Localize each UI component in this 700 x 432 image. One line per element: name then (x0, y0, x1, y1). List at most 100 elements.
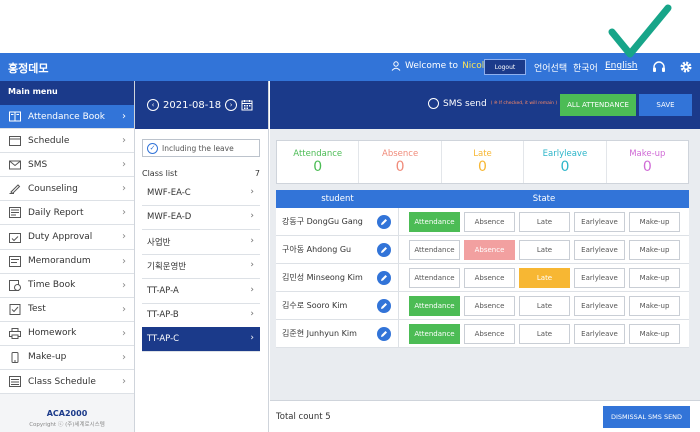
edit-pencil-icon[interactable] (377, 271, 391, 285)
summary-value: 0 (642, 159, 652, 175)
state-attendance-button[interactable]: Attendance (409, 239, 460, 260)
sms-send-radio[interactable] (428, 98, 439, 109)
state-attendance-button[interactable]: Attendance (409, 323, 460, 344)
state-attendance-button[interactable]: Attendance (409, 211, 460, 232)
state-late-button[interactable]: Late (519, 211, 570, 232)
sidebar-item-sms[interactable]: SMS › (0, 153, 134, 178)
next-date-icon[interactable]: › (225, 99, 238, 111)
language-select-link[interactable]: 언어선택 (534, 61, 567, 74)
state-make-up-button[interactable]: Make-up (629, 295, 680, 316)
class-panel: ‹ 2021-08-18 › ✓ Including the leave Cla… (135, 81, 269, 432)
chevron-right-icon: › (250, 235, 254, 246)
summary-value: 0 (313, 159, 323, 175)
state-earlyleave-button[interactable]: Earlyleave (574, 323, 625, 344)
state-absence-button[interactable]: Absence (464, 267, 515, 288)
all-attendance-button[interactable]: ALL ATTENDANCE (560, 94, 636, 116)
sidebar-item-label: Duty Approval (28, 232, 93, 243)
state-late-button[interactable]: Late (519, 239, 570, 260)
class-list-item[interactable]: TT-AP-C › (142, 327, 260, 353)
logout-button[interactable]: Logout (484, 59, 526, 75)
sms-send-option[interactable]: SMS send ( ※ If checked, it will remain … (428, 98, 557, 109)
state-earlyleave-button[interactable]: Earlyleave (574, 267, 625, 288)
class-name: MWF-EA-C (147, 188, 191, 198)
state-make-up-button[interactable]: Make-up (629, 267, 680, 288)
save-button[interactable]: SAVE (639, 94, 692, 116)
sidebar-item-duty-approval[interactable]: Duty Approval › (0, 225, 134, 250)
prev-date-icon[interactable]: ‹ (147, 99, 159, 111)
sidebar-item-schedule[interactable]: Schedule › (0, 129, 134, 154)
state-absence-button[interactable]: Absence (464, 211, 515, 232)
calendar-check-icon (8, 231, 22, 243)
sidebar-footer: ACA2000 Copyright ⓒ (주)세계로시스템 (0, 409, 134, 428)
welcome-text: Welcome to Nicole (391, 61, 490, 71)
main-toolbar: SMS send ( ※ If checked, it will remain … (270, 81, 700, 129)
sidebar-item-memorandum[interactable]: Memorandum › (0, 249, 134, 274)
sidebar-item-daily-report[interactable]: Daily Report › (0, 201, 134, 226)
sidebar-item-make-up[interactable]: Make-up › (0, 345, 134, 371)
chevron-right-icon: › (122, 183, 126, 195)
class-name: TT-AP-A (147, 285, 179, 296)
sidebar-item-attendance-book[interactable]: Attendance Book › (0, 105, 134, 130)
time-book-icon (8, 279, 22, 291)
sidebar-item-counseling[interactable]: Counseling › (0, 177, 134, 202)
student-name: 김준현 Junhyun Kim (282, 328, 357, 338)
class-list-item[interactable]: MWF-EA-D › (142, 205, 260, 231)
edit-pencil-icon[interactable] (377, 243, 391, 257)
state-earlyleave-button[interactable]: Earlyleave (574, 295, 625, 316)
class-name: TT-AP-C (147, 334, 180, 345)
sidebar-item-homework[interactable]: Homework › (0, 321, 134, 346)
class-list-item[interactable]: 기획운영반 › (142, 254, 260, 280)
date-bar: ‹ 2021-08-18 › (135, 81, 268, 129)
sidebar-item-label: Counseling (28, 183, 78, 194)
state-make-up-button[interactable]: Make-up (629, 323, 680, 344)
state-make-up-button[interactable]: Make-up (629, 239, 680, 260)
state-absence-button[interactable]: Absence (464, 323, 515, 344)
student-cell: 김준현 Junhyun Kim (276, 320, 399, 347)
envelope-icon (8, 159, 22, 171)
state-attendance-button[interactable]: Attendance (409, 267, 460, 288)
including-leave-toggle[interactable]: ✓ Including the leave (142, 139, 260, 157)
class-name: 기획운영반 (147, 262, 187, 273)
summary-value: 0 (478, 159, 487, 175)
summary-value: 0 (395, 159, 405, 175)
edit-pencil-icon[interactable] (377, 299, 391, 313)
chevron-right-icon: › (122, 351, 126, 363)
state-absence-button[interactable]: Absence (464, 239, 515, 260)
state-attendance-button[interactable]: Attendance (409, 295, 460, 316)
table-header: student State (276, 190, 689, 208)
student-cell: 구아동 Ahdong Gu (276, 236, 399, 263)
checkmark-icon (608, 4, 672, 58)
sidebar-item-test[interactable]: Test › (0, 297, 134, 322)
sidebar-item-label: Daily Report (28, 207, 84, 218)
brand-name[interactable]: 홍정데모 (8, 60, 48, 76)
class-list-item[interactable]: TT-AP-B › (142, 303, 260, 328)
edit-pencil-icon[interactable] (377, 215, 391, 229)
calendar-icon[interactable] (241, 99, 253, 111)
pen-icon (8, 183, 22, 195)
gear-icon[interactable] (677, 58, 695, 76)
state-earlyleave-button[interactable]: Earlyleave (574, 239, 625, 260)
chevron-right-icon: › (250, 260, 254, 271)
class-list-item[interactable]: TT-AP-A › (142, 279, 260, 304)
summary-label: Late (473, 149, 492, 159)
sidebar-item-class-schedule[interactable]: Class Schedule › (0, 370, 134, 395)
class-list-label: Class list (142, 169, 178, 178)
state-make-up-button[interactable]: Make-up (629, 211, 680, 232)
state-late-button[interactable]: Late (519, 295, 570, 316)
main-footer: Total count 5 DISMISSAL SMS SEND (270, 400, 700, 432)
state-late-button[interactable]: Late (519, 267, 570, 288)
class-list-item[interactable]: 사업반 › (142, 230, 260, 255)
language-korean-link[interactable]: 한국어 (573, 61, 598, 74)
dismissal-sms-send-button[interactable]: DISMISSAL SMS SEND (603, 406, 690, 428)
state-absence-button[interactable]: Absence (464, 295, 515, 316)
class-list-item[interactable]: MWF-EA-C › (142, 181, 260, 206)
user-icon (391, 61, 401, 71)
sidebar-item-time-book[interactable]: Time Book › (0, 273, 134, 298)
edit-pencil-icon[interactable] (377, 327, 391, 341)
class-list-header: Class list 7 (142, 169, 260, 178)
summary-label: Make-up (629, 149, 666, 159)
summary-attendance: Attendance 0 (277, 141, 360, 183)
student-cell: 김민성 Minseong Kim (276, 264, 399, 291)
state-earlyleave-button[interactable]: Earlyleave (574, 211, 625, 232)
state-late-button[interactable]: Late (519, 323, 570, 344)
